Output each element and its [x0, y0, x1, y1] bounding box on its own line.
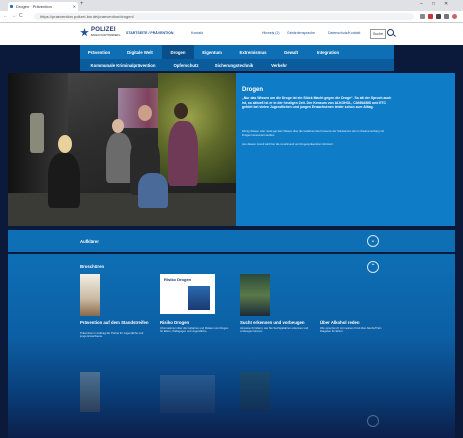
close-tab-icon[interactable]: ✕ — [73, 2, 76, 11]
nav-item-sicherungstechnik[interactable]: Sicherungstechnik — [206, 59, 262, 71]
brochure-text: Wie spreche ich mit meinem Kind über Alk… — [320, 327, 382, 334]
brochure-text: Prävention im Auftrag der Polizei für Ju… — [80, 332, 144, 339]
nav-item-verkehr[interactable]: Verkehr — [262, 59, 296, 71]
hero-lead: „Nur das Wissen um die Droge ist ein Stü… — [242, 96, 392, 110]
accordion-broschueren — [8, 254, 455, 438]
logo-subtitle: BADEN-WÜRTTEMBERG — [91, 34, 121, 37]
sub-nav: Kommunale Kriminalprävention Opferschutz… — [80, 59, 394, 71]
sign-language-link[interactable]: Gebärdensprache — [287, 31, 315, 35]
main-nav: Prävention Digitale Welt Drogen Eigentum… — [80, 45, 394, 59]
nav-item-praevention[interactable]: Prävention — [80, 45, 118, 59]
brochure-title[interactable]: Risiko Drogen — [160, 320, 230, 325]
brochure-text: Informationen über die Gefahren und Risi… — [160, 327, 229, 334]
privacy-link[interactable]: Datenschutz/Kontakt — [328, 31, 360, 35]
extension-icon[interactable] — [436, 14, 441, 19]
home-link[interactable]: STARTSEITE / PRÄVENTION — [126, 31, 173, 35]
nav-item-kommunale[interactable]: Kommunale Kriminalprävention — [80, 59, 166, 71]
brochure-title[interactable]: Über Alkohol reden — [320, 320, 390, 325]
brochure-cover[interactable] — [240, 274, 270, 316]
accordion-aufklaerer[interactable] — [8, 230, 455, 252]
extension-icon[interactable] — [444, 14, 449, 19]
brochure-text: Hinweise für Eltern, wie Sie Suchtgefahr… — [240, 327, 309, 334]
nav-item-opferschutz[interactable]: Opferschutz — [166, 59, 206, 71]
new-tab-button[interactable]: + — [80, 1, 84, 7]
url-field[interactable]: https://praevention.polizei-bw.de/praeve… — [34, 13, 414, 20]
back-icon[interactable]: ← — [3, 13, 8, 19]
profile-avatar[interactable] — [452, 14, 457, 19]
contact-link[interactable]: Kontakt — [191, 31, 203, 35]
accordion-title[interactable]: Broschüren — [80, 264, 104, 269]
forward-icon[interactable]: → — [11, 13, 16, 19]
accordion-title[interactable]: Aufklärer — [80, 239, 99, 244]
brochure-cover — [240, 372, 270, 412]
nav-item-eigentum[interactable]: Eigentum — [194, 45, 230, 59]
search-button[interactable]: Suche — [370, 29, 386, 39]
brochure-cover — [160, 375, 215, 413]
extension-icon[interactable] — [428, 14, 433, 19]
hero-title: Drogen — [242, 87, 263, 93]
hint-link[interactable]: Hinweis (1) — [262, 31, 280, 35]
chevron-up-icon[interactable]: ⌃ — [367, 261, 379, 273]
hero-paragraph: Aus diesem Grund wird hier die zunehmend… — [242, 143, 334, 146]
nav-item-extremismus[interactable]: Extremismus — [230, 45, 276, 59]
chevron-down-icon[interactable]: ⌄ — [367, 235, 379, 247]
brochure-cover[interactable]: Risiko Drogen — [160, 274, 215, 314]
maximize-button[interactable]: □ — [432, 1, 435, 7]
hero-paragraph: Wenig Wissen oder meist gar kein Wissen … — [242, 130, 385, 137]
brochure-cover[interactable] — [80, 274, 100, 316]
chevron-icon — [367, 415, 379, 427]
cover-title: Risiko Drogen — [164, 277, 192, 282]
nav-item-digitale-welt[interactable]: Digitale Welt — [118, 45, 162, 59]
brochure-cover — [80, 372, 100, 412]
brochure-title[interactable]: Sucht erkennen und vorbeugen — [240, 320, 310, 325]
hero-photo — [8, 73, 236, 226]
minimize-button[interactable]: – — [420, 1, 423, 7]
search-icon[interactable] — [387, 29, 394, 36]
site-favicon-icon — [10, 5, 13, 8]
reload-icon[interactable]: C — [19, 13, 23, 19]
browser-tab[interactable]: Drogen · Prävention ✕ — [8, 2, 78, 11]
logo-text[interactable]: POLIZEI — [91, 27, 116, 33]
nav-item-integration[interactable]: Integration — [306, 45, 350, 59]
browser-tab-title: Drogen · Prävention — [16, 4, 52, 9]
close-window-button[interactable]: ✕ — [444, 1, 448, 7]
nav-item-gewalt[interactable]: Gewalt — [276, 45, 306, 59]
brochure-title[interactable]: Prävention auf dem Standstreifen — [80, 320, 150, 325]
extension-icon[interactable] — [420, 14, 425, 19]
nav-item-drogen[interactable]: Drogen — [162, 45, 194, 59]
